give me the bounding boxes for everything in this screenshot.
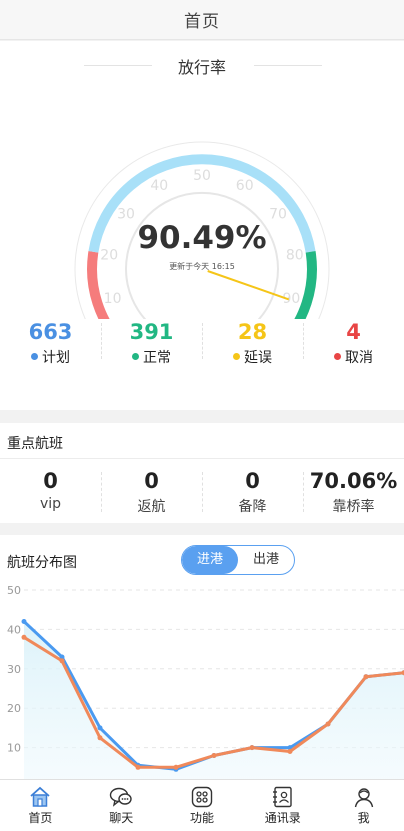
gauge-tick-label: 70 (269, 207, 287, 223)
stat-normal-count: 391 (129, 320, 174, 344)
tab-chat[interactable]: 聊天 (81, 780, 162, 831)
stat-delayed[interactable]: 28 延误 (202, 319, 303, 367)
stat-cancelled-label: 取消 (345, 350, 373, 366)
kpi-bridge-rate-label: 靠桥率 (332, 499, 375, 515)
tab-contacts-label: 通讯录 (264, 811, 301, 825)
gauge-tick-label: 40 (150, 178, 168, 194)
kpi-return-value: 0 (144, 469, 159, 493)
tab-departure[interactable]: 出港 (238, 546, 294, 574)
flight-distribution-card: 10 20 30 40 50 航班分布图 进港 出港 (0, 535, 404, 779)
key-flights-metrics: 0 vip 0 返航 0 备降 70.06% 靠桥率 (0, 468, 404, 518)
gauge-tick-label: 60 (236, 178, 254, 194)
tab-home-label: 首页 (28, 811, 53, 825)
kpi-diversion[interactable]: 0 备降 (202, 468, 303, 518)
data-point (211, 753, 217, 758)
stat-planned-label: 计划 (42, 350, 70, 366)
y-tick-label: 20 (7, 702, 21, 715)
tab-me-label: 我 (357, 811, 370, 825)
dot-icon (31, 353, 38, 360)
stat-cancelled[interactable]: 4 取消 (303, 319, 404, 367)
kpi-diversion-label: 备降 (238, 499, 267, 515)
tab-functions[interactable]: 功能 (162, 780, 243, 831)
tab-functions-label: 功能 (189, 811, 214, 825)
kpi-vip-value: 0 (43, 469, 58, 493)
stat-planned-count: 663 (28, 320, 73, 344)
page-title: 首页 (184, 12, 220, 32)
kpi-vip-label: vip (39, 496, 62, 512)
stat-normal-label: 正常 (143, 350, 171, 366)
data-point (97, 725, 103, 731)
gauge-tick-label: 80 (286, 247, 304, 263)
chat-icon (109, 787, 132, 807)
gauge-value: 90.49% (137, 220, 266, 256)
kpi-return[interactable]: 0 返航 (101, 468, 202, 518)
data-point (249, 745, 255, 751)
data-point (135, 764, 141, 770)
grid-icon (191, 786, 213, 808)
user-icon (354, 788, 373, 808)
stat-delayed-count: 28 (237, 320, 268, 344)
gauge-tick-label: 10 (104, 291, 122, 307)
tab-chat-label: 聊天 (109, 811, 134, 825)
data-point (97, 735, 103, 741)
key-flights-card: 重点航班 0 vip 0 返航 0 备降 70.06% 靠桥率 (0, 423, 404, 523)
stat-delayed-label: 延误 (244, 350, 272, 366)
data-point (173, 764, 179, 770)
dot-icon (233, 353, 240, 360)
arrival-departure-toggle: 进港 出港 (181, 545, 295, 575)
tab-contacts[interactable]: 通讯录 (242, 780, 323, 831)
gauge-updated-time: 更新于今天 16:15 (169, 261, 235, 271)
key-flights-title: 重点航班 (7, 436, 63, 452)
tab-me[interactable]: 我 (323, 780, 404, 831)
home-icon (30, 786, 50, 807)
gauge-tick-label: 20 (100, 247, 118, 263)
gauge-tick-label: 30 (117, 207, 135, 223)
stat-cancelled-count: 4 (346, 320, 361, 344)
data-point (21, 619, 27, 624)
release-rate-card: 放行率 0102030405060708090100 90.49% 更新于今天 … (0, 41, 404, 410)
data-point (21, 634, 27, 640)
y-tick-label: 50 (7, 584, 21, 597)
tab-arrival[interactable]: 进港 (182, 546, 238, 574)
data-point (325, 721, 331, 727)
divider (0, 458, 404, 459)
kpi-vip[interactable]: 0 vip (0, 468, 101, 518)
contacts-icon (272, 786, 292, 808)
kpi-return-label: 返航 (137, 499, 166, 515)
dot-icon (334, 353, 341, 360)
data-point (59, 658, 65, 664)
y-tick-label: 10 (7, 742, 21, 755)
kpi-bridge-rate-value: 70.06% (309, 469, 398, 493)
kpi-bridge-rate[interactable]: 70.06% 靠桥率 (303, 468, 404, 518)
flight-stats: 663 计划 391 正常 28 延误 4 取消 (0, 319, 404, 367)
bottom-tab-bar: 首页 聊天 功能 通讯录 我 (0, 779, 404, 831)
dot-icon (132, 353, 139, 360)
tab-home[interactable]: 首页 (0, 780, 81, 831)
y-tick-label: 40 (7, 623, 21, 636)
stat-normal[interactable]: 391 正常 (101, 319, 202, 367)
y-tick-label: 30 (7, 663, 21, 676)
data-point (363, 674, 369, 680)
data-point (287, 749, 293, 754)
nav-bar: 首页 (0, 0, 404, 40)
stat-planned[interactable]: 663 计划 (0, 319, 101, 367)
kpi-diversion-value: 0 (245, 469, 260, 493)
distribution-title: 航班分布图 (7, 555, 77, 571)
gauge-tick-label: 50 (193, 168, 211, 184)
release-rate-gauge: 0102030405060708090100 90.49% 更新于今天 16:1… (74, 141, 330, 319)
